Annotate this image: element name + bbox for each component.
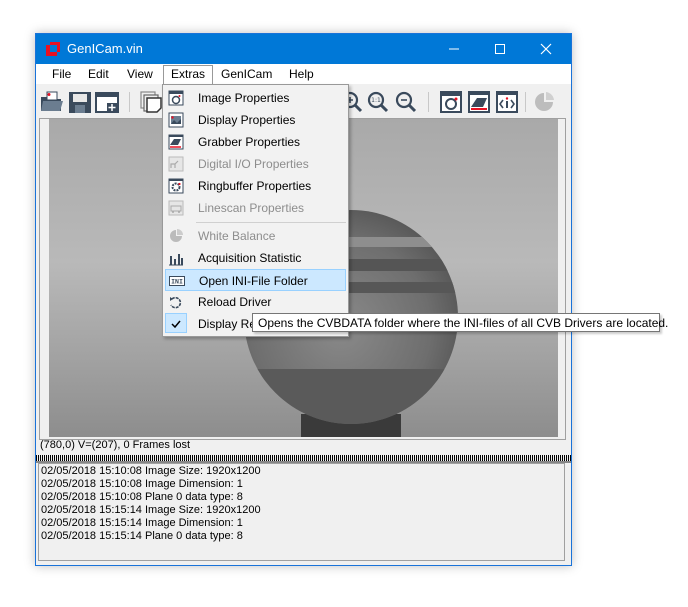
title-bar[interactable]: GenICam.vin <box>36 34 571 64</box>
menu-item-reload-driver[interactable]: Reload Driver <box>165 291 346 313</box>
zoom-out-icon[interactable] <box>393 89 419 115</box>
image-properties-icon[interactable] <box>438 89 464 115</box>
new-window-icon[interactable] <box>94 89 120 115</box>
ini-icon: INI <box>169 276 185 286</box>
menu-item-ringbuffer-properties[interactable]: Ringbuffer Properties <box>165 175 346 197</box>
log-line: 02/05/2018 15:15:14 Plane 0 data type: 8 <box>41 530 243 542</box>
toolbar-separator <box>129 92 130 112</box>
minimize-icon <box>449 48 459 50</box>
svg-text:INI: INI <box>171 278 183 286</box>
grabber-properties-icon[interactable] <box>466 89 492 115</box>
statistics-icon <box>169 254 183 266</box>
open-folder-icon[interactable] <box>39 89 65 115</box>
menu-edit[interactable]: Edit <box>81 65 116 83</box>
menu-item-grabber-properties[interactable]: Grabber Properties <box>165 131 346 153</box>
tooltip: Opens the CVBDATA folder where the INI-f… <box>252 313 668 332</box>
display-properties-icon <box>168 112 184 128</box>
menu-view[interactable]: View <box>120 65 160 83</box>
menu-item-display-properties[interactable]: Display Properties <box>165 109 346 131</box>
app-logo-icon <box>46 42 60 56</box>
menu-item-white-balance: White Balance <box>165 225 346 247</box>
log-line: 02/05/2018 15:10:08 Plane 0 data type: 8 <box>41 491 243 503</box>
copy-icon[interactable] <box>138 89 164 115</box>
menu-separator <box>196 222 346 223</box>
ringbuffer-icon <box>168 178 184 194</box>
maximize-button[interactable] <box>477 34 523 64</box>
checkmark-icon <box>171 320 181 329</box>
log-line: 02/05/2018 15:15:14 Image Size: 1920x120… <box>41 504 261 516</box>
menu-extras[interactable]: Extras <box>163 65 214 85</box>
menu-item-open-ini-file-folder[interactable]: INI Open INI-File Folder <box>165 269 346 291</box>
reload-icon <box>170 296 182 309</box>
menu-item-image-properties[interactable]: Image Properties <box>165 87 346 109</box>
linescan-icon <box>168 200 184 216</box>
menu-item-acquisition-statistic[interactable]: Acquisition Statistic <box>165 247 346 269</box>
save-icon[interactable] <box>67 89 93 115</box>
toolbar-separator <box>525 92 526 112</box>
menu-help[interactable]: Help <box>282 65 321 83</box>
white-balance-icon <box>535 92 554 111</box>
svg-text:1:1: 1:1 <box>371 97 381 104</box>
log-panel[interactable]: 02/05/2018 15:10:08 Image Size: 1920x120… <box>38 463 565 561</box>
status-line: (780,0) V=(207), 0 Frames lost <box>40 439 191 451</box>
image-properties-icon <box>168 90 184 106</box>
digital-io-icon <box>168 156 184 172</box>
extras-dropdown-menu: Image Properties Display Properties Grab… <box>162 84 349 337</box>
info-icon[interactable] <box>494 89 520 115</box>
menu-item-digital-io-properties: Digital I/O Properties <box>165 153 346 175</box>
minimize-button[interactable] <box>431 34 477 64</box>
window-title: GenICam.vin <box>67 41 143 56</box>
log-line: 02/05/2018 15:10:08 Image Dimension: 1 <box>41 478 243 490</box>
menu-file[interactable]: File <box>45 65 78 83</box>
zoom-1to1-icon[interactable]: 1:1 <box>365 89 391 115</box>
close-icon <box>540 43 552 55</box>
grabber-properties-icon <box>168 134 184 150</box>
menu-bar: File Edit View Extras GenICam Help <box>36 64 571 85</box>
close-button[interactable] <box>523 34 569 64</box>
menu-genicam[interactable]: GenICam <box>214 65 279 83</box>
log-line: 02/05/2018 15:15:14 Image Dimension: 1 <box>41 517 243 529</box>
white-balance-icon <box>170 229 183 242</box>
pane-splitter[interactable] <box>36 455 571 463</box>
log-line: 02/05/2018 15:10:08 Image Size: 1920x120… <box>41 465 261 477</box>
maximize-icon <box>495 44 505 54</box>
toolbar-separator <box>428 92 429 112</box>
menu-item-linescan-properties: Linescan Properties <box>165 197 346 219</box>
